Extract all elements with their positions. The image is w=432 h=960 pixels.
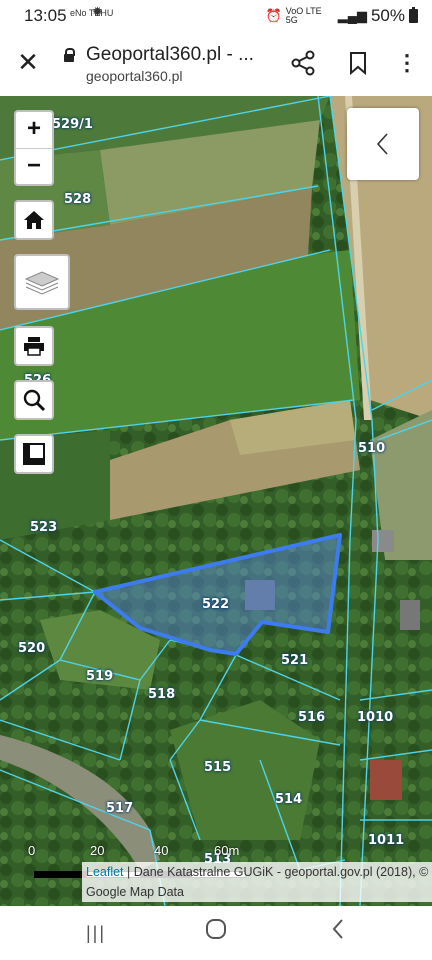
map-attribution: Leaflet | Dane Katastralne GUGiK - geopo… <box>82 862 432 902</box>
bookmark-icon[interactable] <box>346 50 370 76</box>
parcel-label[interactable]: 522 <box>202 597 229 612</box>
home-icon <box>24 211 44 229</box>
battery-icon <box>409 7 418 23</box>
satellite-imagery <box>0 96 432 906</box>
layers-button[interactable] <box>14 254 70 310</box>
alarm-icon: ⏰ <box>265 8 282 23</box>
parcel-label[interactable]: 528 <box>64 192 91 207</box>
parcel-label[interactable]: 1010 <box>357 710 393 725</box>
page-domain[interactable]: geoportal360.pl <box>86 68 183 84</box>
parcel-label[interactable]: 514 <box>275 792 302 807</box>
measure-button[interactable] <box>14 434 54 474</box>
back-nav-button[interactable] <box>318 918 358 948</box>
print-button[interactable] <box>14 326 54 366</box>
parcel-label[interactable]: 517 <box>106 801 133 816</box>
parcel-label[interactable]: 523 <box>30 520 57 535</box>
print-icon <box>24 337 44 356</box>
parcel-label[interactable]: 520 <box>18 641 45 656</box>
scale-label: 40 <box>154 843 169 858</box>
zoom-in-button[interactable]: + <box>16 112 52 149</box>
gear-icon: ✹ <box>92 4 103 19</box>
parcel-label[interactable]: 516 <box>298 710 325 725</box>
attribution-text: | Dane Katastralne GUGiK - geoportal.gov… <box>86 865 429 899</box>
search-button[interactable] <box>14 380 54 420</box>
system-nav-bar: ||| <box>0 906 432 960</box>
more-icon[interactable]: ⋮ <box>396 50 418 76</box>
chevron-left-icon <box>376 133 388 155</box>
layers-icon <box>24 271 60 295</box>
recent-apps-button[interactable]: ||| <box>76 918 116 948</box>
parcel-label[interactable]: 529/1 <box>52 117 93 132</box>
parcel-label[interactable]: 1011 <box>368 833 404 848</box>
home-circle-icon <box>206 919 226 939</box>
measure-icon <box>23 443 45 465</box>
parcel-label[interactable]: 510 <box>358 441 385 456</box>
parcel-label[interactable]: 521 <box>281 653 308 668</box>
status-bar: 13:05 eNo TEHU ✹ ⏰ VoO LTE 5G ▂▄▆ 50% <box>0 0 432 34</box>
scale-label: 20 <box>90 843 105 858</box>
search-icon <box>23 389 46 412</box>
back-icon <box>332 919 343 939</box>
zoom-control: + − <box>14 110 54 186</box>
lock-icon <box>64 48 75 62</box>
network-indicator: VoO LTE 5G <box>285 6 322 25</box>
scale-label: 0 <box>28 843 36 858</box>
home-button[interactable] <box>14 200 54 240</box>
zoom-out-button[interactable]: − <box>16 149 52 185</box>
status-right: ⏰ VoO LTE 5G ▂▄▆ 50% <box>266 6 418 26</box>
scale-label: 60m <box>214 843 240 858</box>
page-title[interactable]: Geoportal360.pl - ... <box>86 44 254 66</box>
panel-toggle-button[interactable] <box>347 108 419 180</box>
browser-toolbar: ✕ Geoportal360.pl - ... geoportal360.pl … <box>0 34 432 97</box>
signal-icon: ▂▄▆ <box>337 8 367 23</box>
parcel-label[interactable]: 515 <box>204 760 231 775</box>
home-nav-button[interactable] <box>196 918 236 948</box>
close-icon[interactable]: ✕ <box>14 48 42 76</box>
battery-level: 50% <box>370 6 405 25</box>
parcel-label[interactable]: 519 <box>86 669 113 684</box>
map-view[interactable]: 529/1 528 526 523 522 520 519 518 521 51… <box>0 96 432 906</box>
share-icon[interactable] <box>290 50 316 76</box>
status-time: 13:05 <box>24 6 67 25</box>
leaflet-link[interactable]: Leaflet <box>86 865 124 879</box>
parcel-label[interactable]: 518 <box>148 687 175 702</box>
